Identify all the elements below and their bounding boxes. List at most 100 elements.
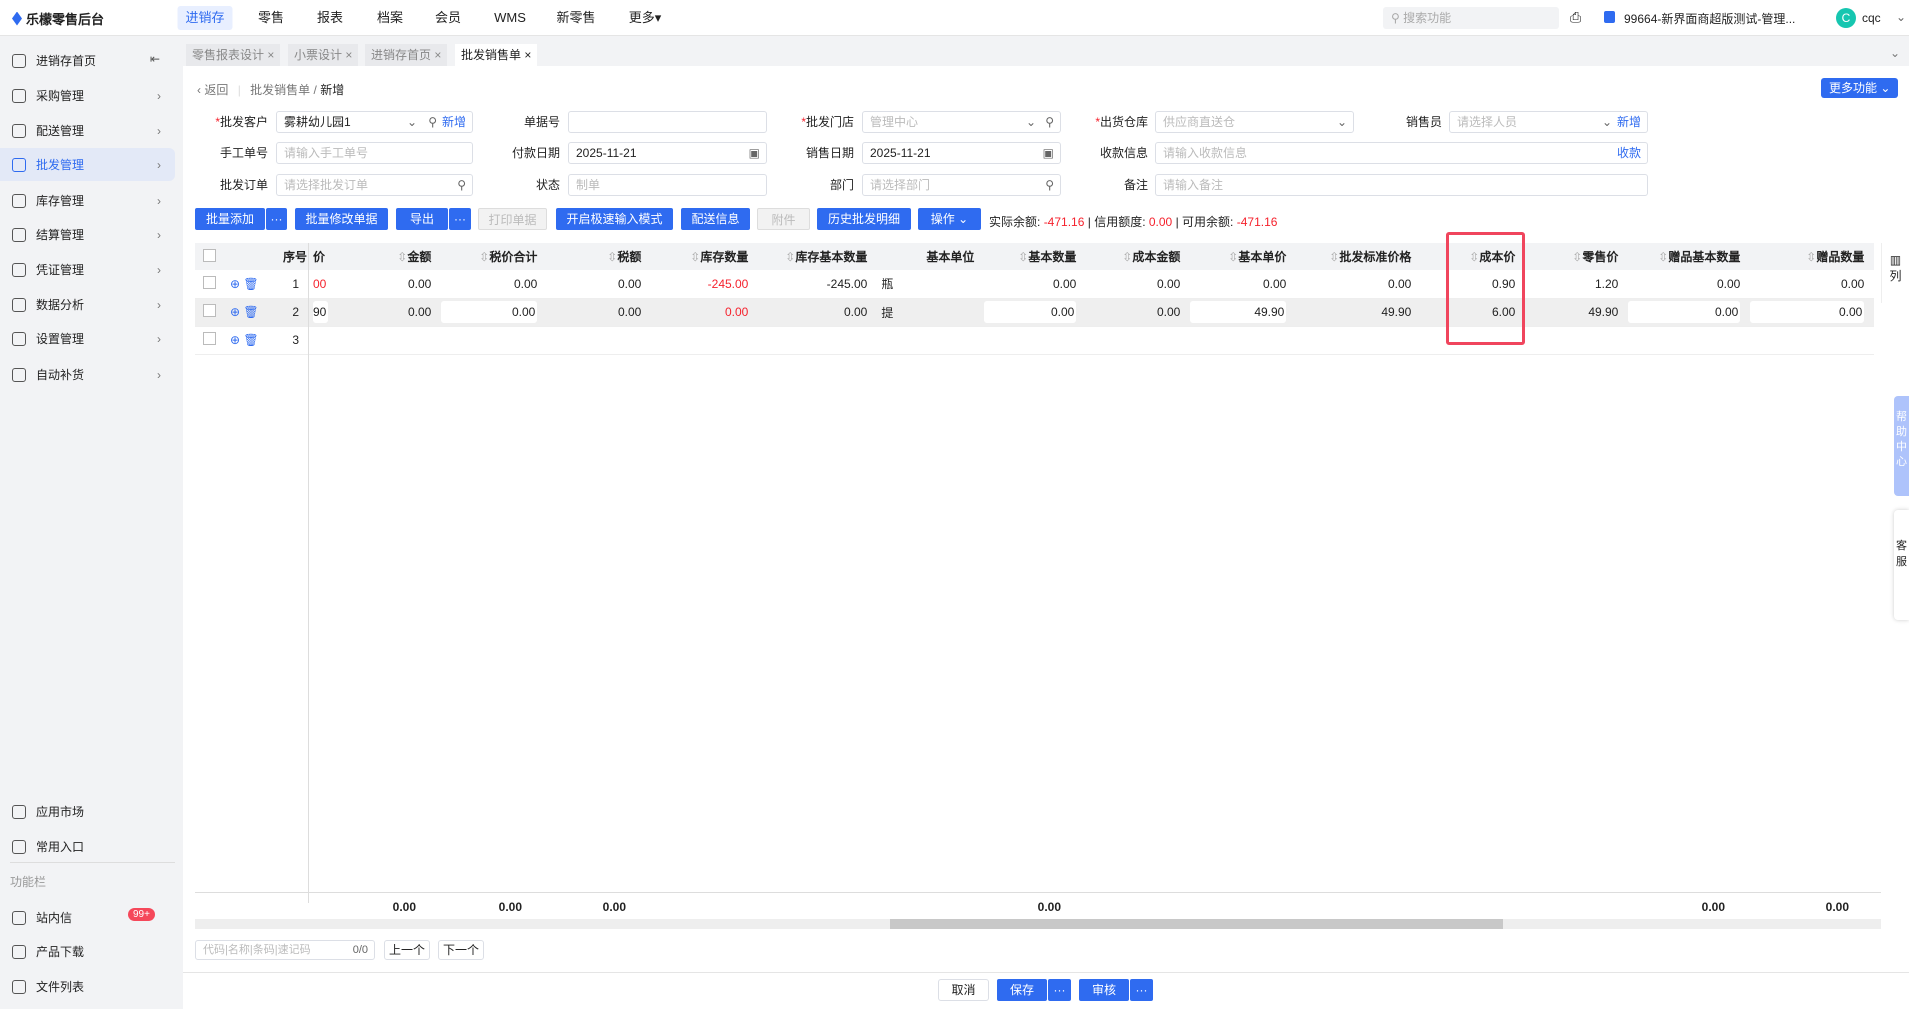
search-icon[interactable]: ⚲ [428,112,437,132]
order-select[interactable]: 请选择批发订单 ⚲ [276,174,473,196]
sidebar-item[interactable]: 凭证管理 › [0,253,175,286]
cell[interactable]: 90 [311,298,339,327]
save-button[interactable]: 保存 [997,979,1047,1001]
prev-button[interactable]: 上一个 [384,940,430,960]
scrollbar-thumb[interactable] [890,919,1503,929]
select-all-checkbox[interactable] [203,248,216,262]
chevron-down-icon[interactable]: ⌄ [1896,10,1906,24]
export-more-button[interactable]: ··· [449,208,471,230]
tab-retail-report-design[interactable]: 零售报表设计 × [186,44,281,66]
column-header[interactable]: ⇳基本数量 [984,243,1087,270]
nav-wms[interactable]: WMS [486,6,534,30]
printer-icon[interactable]: ⎙ [1570,9,1581,26]
add-row-icon[interactable]: ⊕ [230,333,240,347]
help-center-tab[interactable]: 帮助中心 [1894,396,1909,496]
column-header[interactable]: ⇳库存数量 [651,243,759,270]
tab-receipt-design[interactable]: 小票设计 × [288,44,359,66]
back-link[interactable]: ‹ 返回 [197,83,228,97]
store-selector[interactable]: 99664-新界面商超版测试-管理... [1624,10,1795,27]
column-header[interactable]: ⇳库存基本数量 [758,243,878,270]
column-header[interactable]: ⇳赠品基本数量 [1628,243,1751,270]
sidebar-item[interactable]: 配送管理 › [0,114,175,147]
column-header[interactable]: ⇳基本单价 [1190,243,1297,270]
batch-add-button[interactable]: 批量添加 [195,208,265,230]
more-functions-button[interactable]: 更多功能 ⌄ [1821,78,1899,98]
warehouse-select[interactable]: 供应商直送仓 ⌄ [1155,111,1354,133]
sidebar-item[interactable]: 批发管理 › [0,148,175,181]
row-checkbox[interactable] [203,304,216,317]
sidebar-item[interactable]: 常用入口 [0,830,175,863]
cell[interactable]: 49.90 [1190,298,1297,327]
sidebar-item[interactable]: 进销存首页 [0,44,175,77]
pay-date-picker[interactable]: 2025-11-21 ▣ [568,142,767,164]
batch-edit-button[interactable]: 批量修改单据 [295,208,388,230]
sidebar-item[interactable]: 文件列表 [0,970,175,1003]
nav-more[interactable]: 更多▾ [621,6,670,30]
tab-jxc-home[interactable]: 进销存首页 × [365,44,448,66]
column-header[interactable]: 基本单位 [877,243,985,270]
add-customer-link[interactable]: 新增 [442,112,466,132]
horizontal-scrollbar[interactable] [195,919,1881,929]
function-search[interactable]: ⚲ 搜索功能 [1383,7,1559,29]
column-header[interactable]: ⇳成本金额 [1086,243,1191,270]
salesman-select[interactable]: 请选择人员 ⌄ 新增 [1449,111,1648,133]
export-button[interactable]: 导出 [396,208,448,230]
delete-row-icon[interactable]: 🗑 [243,277,258,291]
sidebar-item[interactable]: 应用市场 [0,795,175,828]
fast-input-button[interactable]: 开启极速输入模式 [556,208,673,230]
audit-button[interactable]: 审核 [1079,979,1129,1001]
column-header[interactable]: ⇳零售价 [1525,243,1629,270]
collect-link[interactable]: 收款 [1617,143,1641,163]
nav-member[interactable]: 会员 [427,6,469,30]
app-logo[interactable]: 乐檬零售后台 [12,9,104,28]
column-header[interactable]: ⇳税价合计 [441,243,548,270]
operations-button[interactable]: 操作 ⌄ [918,208,981,230]
delivery-info-button[interactable]: 配送信息 [681,208,750,230]
audit-more-button[interactable]: ··· [1130,979,1153,1001]
cell[interactable]: 0.00 [441,298,548,327]
receipt-input[interactable]: 请输入收款信息 收款 [1155,142,1648,164]
nav-report[interactable]: 报表 [309,6,351,30]
column-settings-button[interactable]: ▥ 列 [1881,243,1909,303]
add-row-icon[interactable]: ⊕ [230,305,240,319]
nav-retail[interactable]: 零售 [250,6,292,30]
search-icon[interactable]: ⚲ [1045,175,1054,195]
column-header[interactable]: ⇳金额 [338,243,442,270]
sidebar-item[interactable]: 库存管理 › [0,184,175,217]
column-header[interactable]: 价 [311,243,339,270]
next-button[interactable]: 下一个 [438,940,484,960]
doc-no-input[interactable] [568,111,767,133]
cell[interactable]: 0.00 [1750,298,1875,327]
column-header[interactable]: ⇳税额 [547,243,652,270]
nav-archive[interactable]: 档案 [369,6,411,30]
search-icon[interactable]: ⚲ [1045,112,1054,132]
add-row-icon[interactable]: ⊕ [230,277,240,291]
sidebar-item[interactable]: 采购管理 › [0,79,175,112]
row-checkbox[interactable] [203,332,216,345]
save-more-button[interactable]: ··· [1048,979,1071,1001]
dept-select[interactable]: 请选择部门 ⚲ [862,174,1061,196]
column-header[interactable]: ⇳批发标准价格 [1296,243,1422,270]
print-button[interactable]: 打印单据 [478,208,547,230]
batch-add-more-button[interactable]: ··· [266,208,287,230]
column-header[interactable]: ⇳赠品数量 [1750,243,1875,270]
tabs-dropdown-icon[interactable]: ⌄ [1890,46,1900,60]
nav-jxc[interactable]: 进销存 [177,6,233,30]
sidebar-item[interactable]: 自动补货 › [0,358,175,391]
tab-wholesale-sale[interactable]: 批发销售单 × [455,44,538,66]
sidebar-item[interactable]: 设置管理 › [0,322,175,355]
customer-service-tab[interactable]: 客服 [1894,510,1909,620]
nav-new-retail[interactable]: 新零售 [548,6,603,30]
search-icon[interactable]: ⚲ [457,175,466,195]
cell[interactable]: 0.00 [984,298,1087,327]
collapse-sidebar-icon[interactable]: ⇤ [150,52,160,66]
attachment-button[interactable]: 附件 [757,208,810,230]
user-name[interactable]: cqc [1862,11,1881,25]
delete-row-icon[interactable]: 🗑 [243,333,258,347]
row-checkbox[interactable] [203,275,216,289]
add-salesman-link[interactable]: 新增 [1617,112,1641,132]
sidebar-item[interactable]: 结算管理 › [0,218,175,251]
remark-input[interactable]: 请输入备注 [1155,174,1648,196]
customer-select[interactable]: 雾耕幼儿园1 ⌄ ⚲ 新增 [276,111,473,133]
avatar[interactable]: C [1836,8,1856,28]
